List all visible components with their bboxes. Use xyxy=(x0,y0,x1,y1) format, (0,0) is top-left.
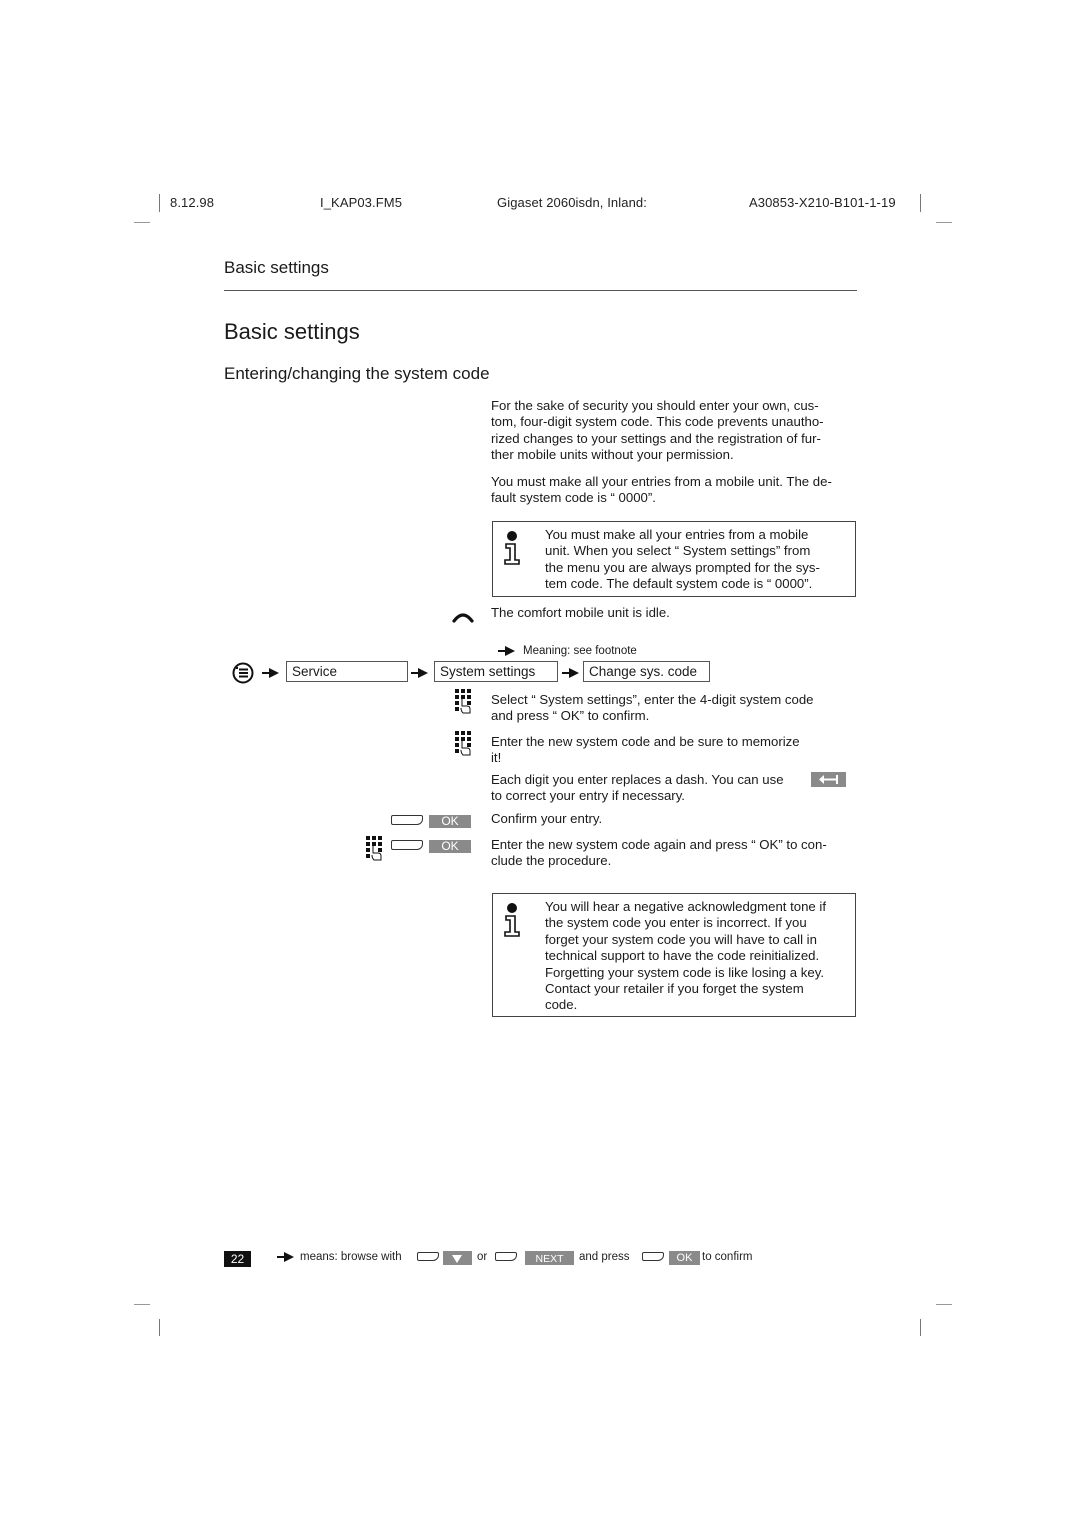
text-line: and press “ OK” to confirm. xyxy=(491,708,650,724)
info-note: You will hear a negative acknowledgment … xyxy=(492,893,856,1017)
footnote-hint-text: Meaning: see footnote xyxy=(523,645,637,657)
crop-mark xyxy=(159,194,160,212)
keypad-icon xyxy=(366,836,382,861)
footer-confirm-text: to confirm xyxy=(702,1251,753,1263)
text-line: the system code you enter is incorrect. … xyxy=(545,915,807,931)
header-date: 8.12.98 xyxy=(170,195,215,210)
softkey-icon[interactable] xyxy=(391,815,423,825)
text-line: You must make all your entries from a mo… xyxy=(491,474,832,489)
crop-mark xyxy=(134,222,150,223)
ok-button[interactable]: OK xyxy=(429,815,471,828)
next-key: NEXT xyxy=(525,1251,574,1265)
idle-step-text: The comfort mobile unit is idle. xyxy=(491,605,670,620)
double-arrow-icon xyxy=(262,668,279,678)
step-1-text: Select “ System settings”, enter the 4-d… xyxy=(491,692,857,725)
step-4-text: Confirm your entry. xyxy=(491,811,603,826)
crop-mark xyxy=(936,222,952,223)
down-key xyxy=(443,1251,472,1265)
softkey-icon[interactable] xyxy=(391,840,423,850)
keypad-icon xyxy=(455,731,471,756)
text-line: rized changes to your settings and the r… xyxy=(491,430,821,446)
crop-mark xyxy=(920,1319,921,1336)
text-line: the menu you are always prompted for the… xyxy=(545,559,820,575)
menu-item-change-sys-code[interactable]: Change sys. code xyxy=(583,661,710,682)
header-product: Gigaset 2060isdn, Inland: xyxy=(497,195,647,210)
step-5-text: Enter the new system code again and pres… xyxy=(491,837,857,870)
backspace-icon xyxy=(819,775,838,784)
info-note-text: You will hear a negative acknowledgment … xyxy=(545,899,847,1014)
crop-mark xyxy=(134,1304,150,1305)
crop-mark xyxy=(159,1319,160,1336)
text-line: forget your system code you will have to… xyxy=(545,931,817,947)
text-line: You must make all your entries from a mo… xyxy=(545,527,809,542)
text-line: technical support to have the code reini… xyxy=(545,948,820,964)
handset-icon xyxy=(452,613,474,623)
text-line: Each digit you enter replaces a dash. Yo… xyxy=(491,772,784,787)
text-line: Select “ System settings”, enter the 4-d… xyxy=(491,692,814,707)
footer-or-text: or xyxy=(477,1251,488,1263)
header-file: I_KAP03.FM5 xyxy=(320,195,403,210)
intro-paragraph-1: For the sake of security you should ente… xyxy=(491,398,857,464)
softkey-icon xyxy=(642,1252,664,1261)
menu-icon[interactable] xyxy=(232,662,254,684)
double-arrow-icon xyxy=(411,668,428,678)
double-arrow-icon xyxy=(277,1252,294,1262)
section-divider xyxy=(224,290,857,291)
text-line: fault system code is “ 0000”. xyxy=(491,490,656,506)
text-line: clude the procedure. xyxy=(491,853,612,869)
footer-means-text: means: browse with xyxy=(300,1251,402,1263)
page-number: 22 xyxy=(224,1251,251,1267)
text-line: ther mobile units without your permissio… xyxy=(491,447,734,463)
crop-mark xyxy=(936,1304,952,1305)
double-arrow-icon xyxy=(498,646,515,656)
text-line: For the sake of security you should ente… xyxy=(491,398,819,413)
down-arrow-icon xyxy=(452,1255,462,1263)
menu-item-service[interactable]: Service xyxy=(286,661,408,682)
ok-button[interactable]: OK xyxy=(429,840,471,853)
info-note: You must make all your entries from a mo… xyxy=(492,521,856,597)
info-icon xyxy=(504,903,520,937)
text-line: code. xyxy=(545,997,578,1013)
ok-key: OK xyxy=(669,1251,700,1265)
text-line: it! xyxy=(491,750,502,766)
softkey-icon xyxy=(417,1252,439,1261)
header-doc-number: A30853-X210-B101-1-19 xyxy=(749,195,896,210)
text-line: Enter the new system code and be sure to… xyxy=(491,734,800,749)
text-line: Enter the new system code again and pres… xyxy=(491,837,827,852)
backspace-key[interactable] xyxy=(811,772,846,787)
text-line: to correct your entry if necessary. xyxy=(491,788,685,804)
text-line: Forgetting your system code is like losi… xyxy=(545,964,825,980)
crop-mark xyxy=(920,194,921,212)
footer-and-press-text: and press xyxy=(579,1251,630,1263)
page-title: Basic settings xyxy=(224,319,360,344)
double-arrow-icon xyxy=(562,668,579,678)
menu-item-system-settings[interactable]: System settings xyxy=(434,661,558,682)
text-line: Contact your retailer if you forget the … xyxy=(545,981,804,997)
step-3-text: Each digit you enter replaces a dash. Yo… xyxy=(491,772,857,805)
text-line: unit. When you select “ System settings”… xyxy=(545,543,811,559)
text-line: tem code. The default system code is “ 0… xyxy=(545,576,813,592)
intro-paragraph-2: You must make all your entries from a mo… xyxy=(491,474,857,507)
section-title: Basic settings xyxy=(224,258,329,277)
text-line: tom, four-digit system code. This code p… xyxy=(491,414,824,430)
keypad-icon xyxy=(455,689,471,714)
subtitle: Entering/changing the system code xyxy=(224,364,490,383)
info-icon xyxy=(504,531,520,565)
text-line: You will hear a negative acknowledgment … xyxy=(545,899,827,914)
info-note-text: You must make all your entries from a mo… xyxy=(545,527,847,593)
step-2-text: Enter the new system code and be sure to… xyxy=(491,734,857,767)
softkey-icon xyxy=(495,1252,517,1261)
